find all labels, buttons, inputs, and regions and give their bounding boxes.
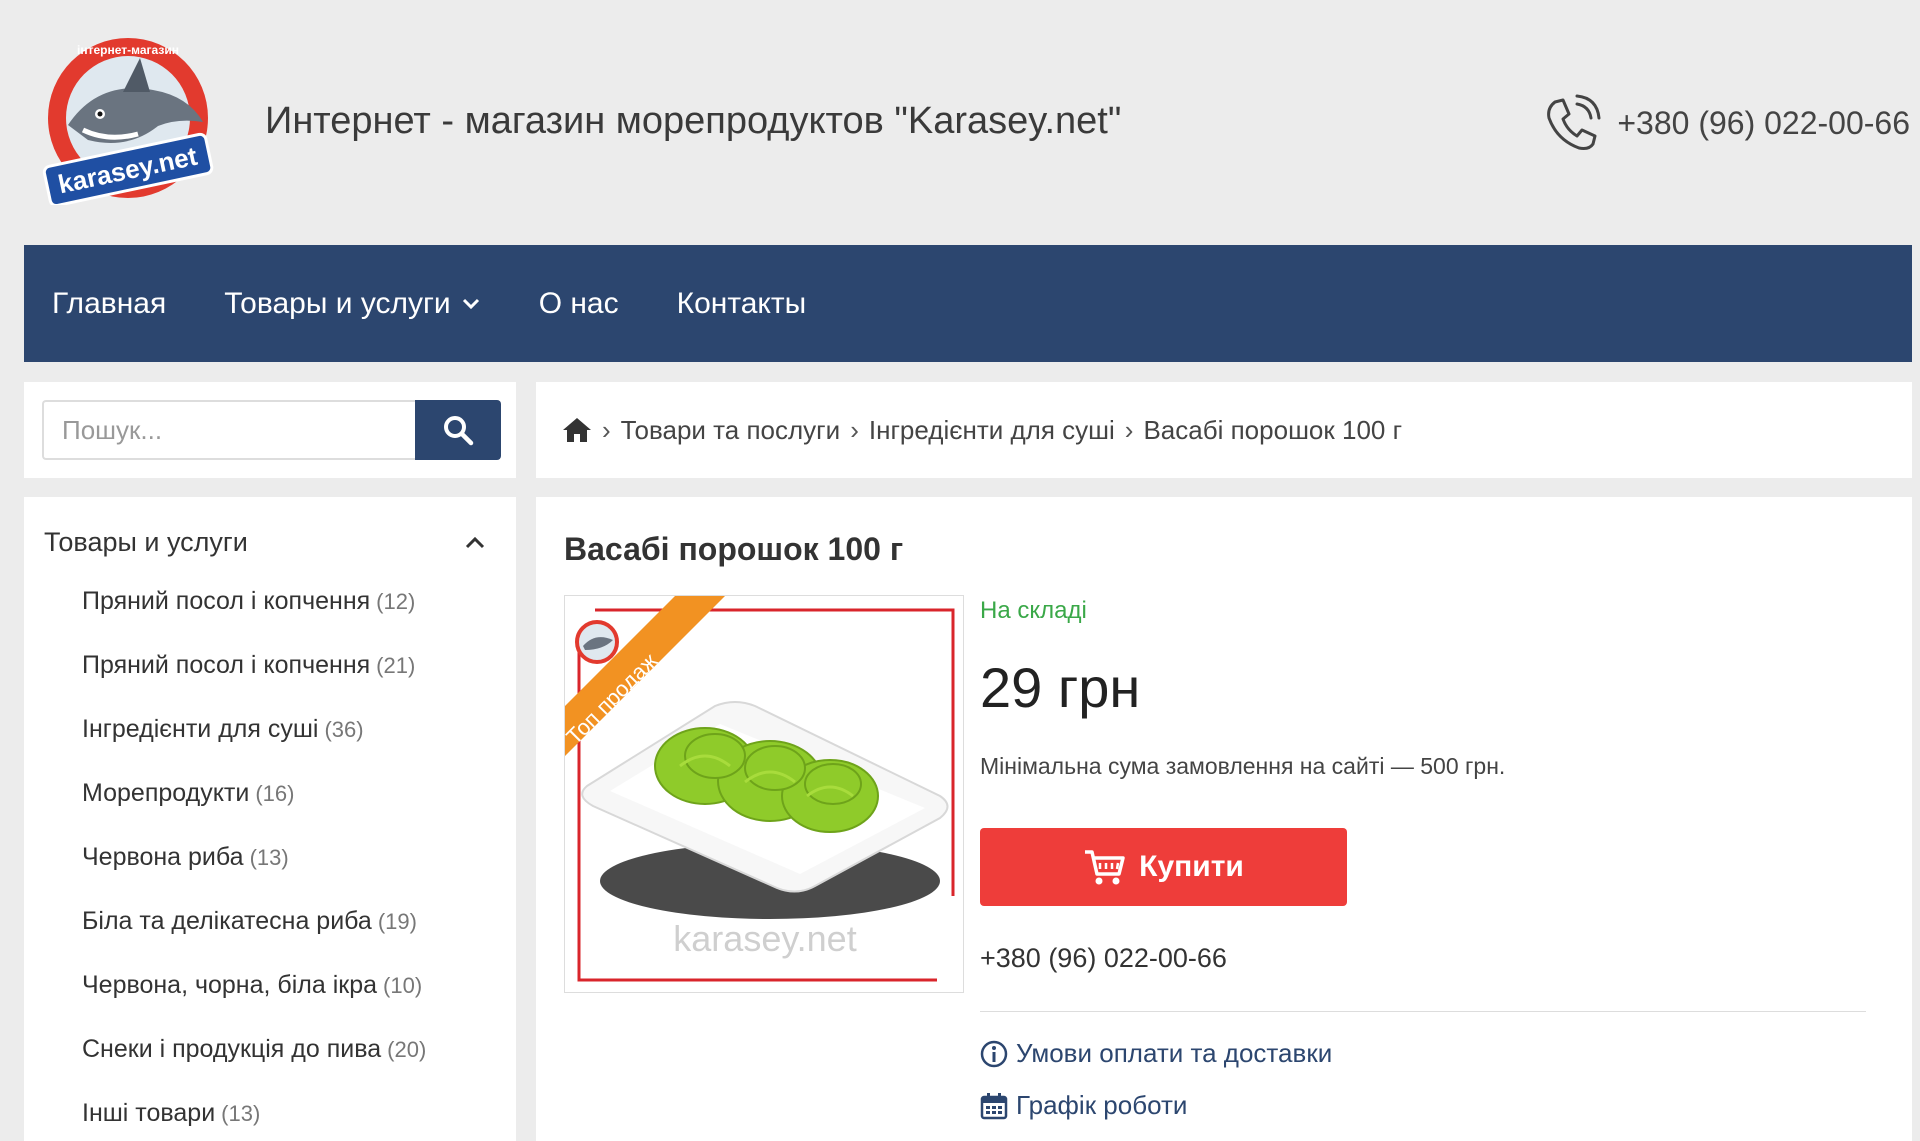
- search-input[interactable]: [42, 400, 415, 460]
- cart-icon: [1085, 850, 1125, 885]
- category-count: (20): [387, 1037, 427, 1062]
- product-photo: karasey.net Топ продаж: [565, 596, 955, 982]
- stock-status: На складі: [980, 597, 1087, 624]
- delivery-terms-link[interactable]: Умови оплати та доставки: [980, 1038, 1332, 1069]
- search-icon: [444, 416, 474, 446]
- category-count: (36): [324, 717, 364, 742]
- breadcrumb-separator: ›: [850, 414, 859, 445]
- category-item[interactable]: Інші товари (13): [24, 1093, 516, 1141]
- min-order-note: Мінімальна сума замовлення на сайті — 50…: [980, 753, 1506, 779]
- category-item[interactable]: Червона, чорна, біла ікра (10): [24, 965, 516, 1029]
- nav-products-label: Товары и услуги: [224, 286, 451, 320]
- chevron-up-icon[interactable]: [464, 535, 486, 549]
- category-count: (12): [376, 589, 416, 614]
- product-image[interactable]: karasey.net Топ продаж: [564, 595, 964, 993]
- breadcrumb: › Товари та послуги › Інгредієнти для су…: [536, 382, 1912, 478]
- divider: [980, 1011, 1866, 1012]
- category-title: Товары и услуги: [44, 526, 248, 557]
- site-title: Интернет - магазин морепродуктов "Karase…: [265, 100, 1122, 142]
- nav-about-label: О нас: [538, 286, 619, 320]
- product-card: Васабі порошок 100 г karasey.net Топ про…: [536, 497, 1912, 1141]
- phone-icon: [1547, 94, 1601, 150]
- buy-button-label: Купити: [1139, 850, 1244, 883]
- category-count: (21): [376, 653, 416, 678]
- category-count: (13): [249, 845, 289, 870]
- product-phone[interactable]: +380 (96) 022-00-66: [980, 943, 1227, 974]
- breadcrumb-separator: ›: [602, 414, 611, 445]
- category-item[interactable]: Пряний посол і копчення (21): [24, 645, 516, 709]
- search-button[interactable]: [415, 400, 501, 460]
- logo-ring-text: інтернет-магазин: [77, 43, 179, 57]
- category-item[interactable]: Червона риба (13): [24, 837, 516, 901]
- category-label: Біла та делікатесна риба: [82, 907, 372, 935]
- category-sidebar: Товары и услуги Пряний посол і копчення(…: [24, 497, 516, 1141]
- category-count: (13): [221, 1101, 261, 1126]
- nav-contacts[interactable]: Контакты: [677, 287, 807, 321]
- buy-button[interactable]: Купити: [980, 828, 1347, 906]
- category-count: (16): [255, 781, 295, 806]
- site-logo[interactable]: інтернет-магазин karasey.net: [28, 30, 228, 205]
- info-icon: [980, 1040, 1008, 1067]
- category-item[interactable]: Пряний посол і копчення (12): [24, 581, 516, 645]
- header-phone[interactable]: +380 (96) 022-00-66: [1541, 92, 1910, 154]
- nav-about[interactable]: О нас: [539, 287, 619, 321]
- nav-products[interactable]: Товары и услуги: [224, 287, 481, 321]
- category-label: Пряний посол і копчення: [82, 651, 371, 679]
- work-schedule-link[interactable]: Графік роботи: [980, 1090, 1187, 1121]
- nav-home-label: Главная: [52, 286, 167, 320]
- product-title: Васабі порошок 100 г: [564, 531, 904, 567]
- category-label: Морепродукти: [82, 779, 250, 807]
- delivery-terms-label: Умови оплати та доставки: [1016, 1038, 1333, 1068]
- site-header: інтернет-магазин karasey.net Интернет - …: [0, 0, 1920, 245]
- category-item[interactable]: Інгредієнти для суші (36): [24, 709, 516, 773]
- breadcrumb-item[interactable]: Товари та послуги: [621, 415, 841, 446]
- category-label: Пряний посол і копчення: [82, 587, 371, 615]
- calendar-icon: [980, 1092, 1008, 1119]
- search-form: [42, 400, 501, 460]
- category-item[interactable]: Морепродукти (16): [24, 773, 516, 837]
- category-item[interactable]: Снеки і продукція до пива (20): [24, 1029, 516, 1093]
- breadcrumb-separator: ›: [1124, 414, 1134, 445]
- category-list: Пряний посол і копчення (12) Пряний посол…: [24, 581, 516, 1141]
- breadcrumb-item[interactable]: Інгредієнти для суші: [869, 415, 1115, 446]
- category-label: Червона, чорна, біла ікра: [82, 971, 378, 999]
- home-icon[interactable]: [562, 416, 592, 444]
- category-header[interactable]: Товары и услуги: [24, 527, 516, 557]
- product-price: 29 грн: [980, 656, 1141, 719]
- search-card: [24, 382, 516, 478]
- category-count: (19): [377, 909, 417, 934]
- category-label: Червона риба: [82, 843, 244, 871]
- category-item[interactable]: Біла та делікатесна риба (19): [24, 901, 516, 965]
- main-nav: Главная Товары и услуги О нас Контакты: [24, 245, 1912, 362]
- watermark-text: karasey.net: [673, 918, 856, 959]
- work-schedule-label: Графік роботи: [1016, 1090, 1188, 1120]
- category-label: Інгредієнти для суші: [82, 715, 319, 743]
- nav-home[interactable]: Главная: [52, 287, 166, 321]
- header-phone-number[interactable]: +380 (96) 022-00-66: [1617, 105, 1910, 142]
- category-label: Інші товари: [82, 1099, 216, 1127]
- category-count: (10): [383, 973, 423, 998]
- chevron-down-icon: [462, 298, 479, 309]
- nav-contacts-label: Контакты: [676, 286, 807, 320]
- category-label: Снеки і продукція до пива: [82, 1035, 382, 1063]
- breadcrumb-current: Васабі порошок 100 г: [1143, 414, 1403, 445]
